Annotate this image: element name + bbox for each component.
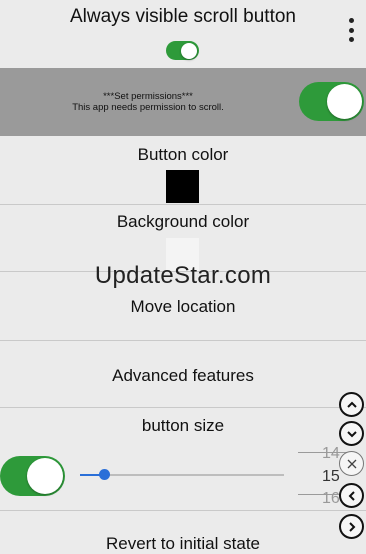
scroll-top-button[interactable] [339, 392, 364, 417]
more-vert-icon[interactable] [348, 18, 354, 42]
button-size-toggle[interactable] [0, 456, 65, 496]
permissions-toggle[interactable] [299, 82, 364, 121]
enable-toggle[interactable] [166, 41, 199, 60]
scroll-bottom-button[interactable] [339, 421, 364, 446]
divider [0, 340, 366, 341]
permissions-message: This app needs permission to scroll. [72, 102, 224, 113]
close-icon [347, 459, 356, 468]
button-size-slider-track[interactable] [80, 474, 284, 476]
revert-button[interactable]: Revert to initial state [0, 534, 366, 554]
chevron-left-icon [348, 490, 355, 501]
chevron-down-icon [346, 430, 357, 437]
picker-current-value[interactable]: 15 [322, 468, 340, 486]
divider [0, 204, 366, 205]
chevron-up-icon [346, 401, 357, 408]
permissions-title: ***Set permissions*** [103, 91, 193, 102]
button-size-label: button size [141, 416, 225, 435]
picker-next-value[interactable]: 16 [322, 490, 340, 508]
advanced-features-button[interactable]: Advanced features [0, 366, 366, 386]
permissions-text: ***Set permissions*** This app needs per… [0, 91, 296, 113]
button-color-label: Button color [137, 145, 229, 164]
scroll-left-button[interactable] [339, 483, 364, 508]
background-color-label: Background color [116, 212, 250, 231]
page-title: Always visible scroll button [70, 6, 296, 27]
button-color-swatch[interactable] [166, 170, 199, 203]
button-size-slider-thumb[interactable] [98, 469, 110, 480]
close-button[interactable] [339, 451, 364, 476]
chevron-right-icon [348, 521, 355, 532]
picker-prev-value[interactable]: 14 [322, 445, 340, 463]
divider [0, 407, 366, 408]
divider [0, 510, 366, 511]
scroll-right-button[interactable] [339, 514, 364, 539]
move-location-button[interactable]: Move location [0, 297, 366, 317]
watermark: UpdateStar.com [94, 262, 272, 289]
